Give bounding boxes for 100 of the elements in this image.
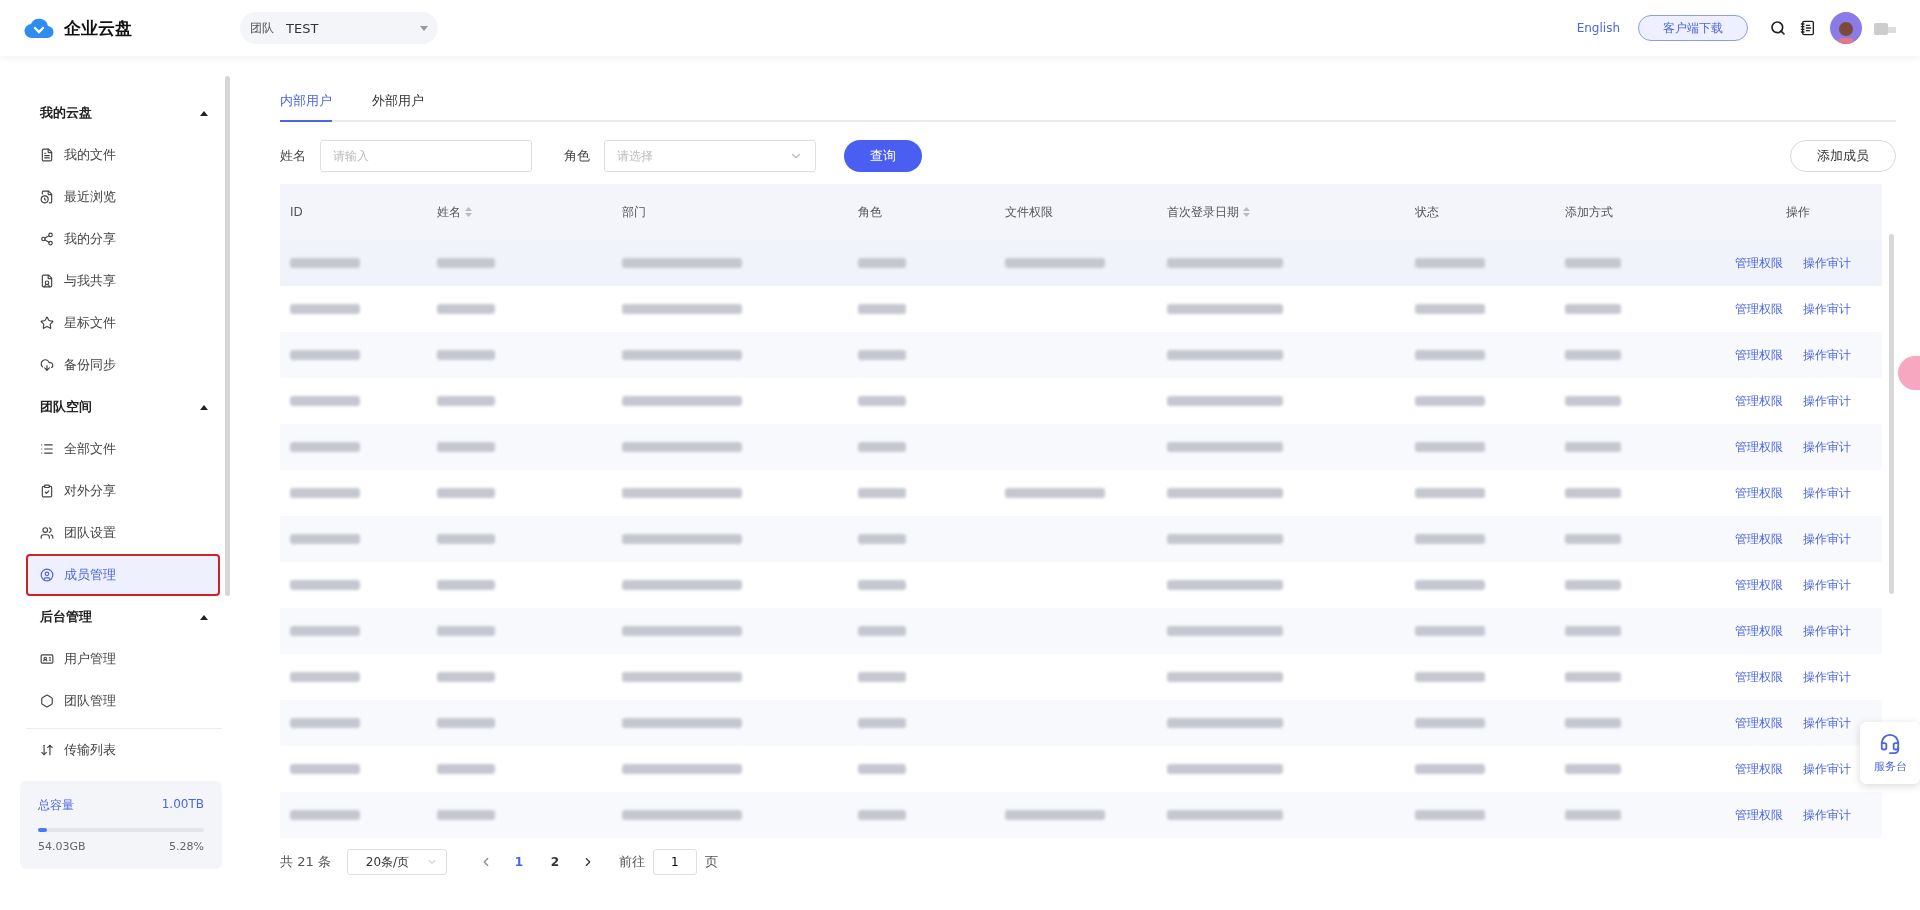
- redacted-text: [437, 396, 495, 406]
- column-header[interactable]: 姓名: [427, 203, 612, 221]
- action-link[interactable]: 管理权限: [1735, 392, 1783, 410]
- redacted-text: [437, 672, 495, 682]
- query-button[interactable]: 查询: [844, 140, 922, 172]
- action-link[interactable]: 操作审计: [1803, 484, 1851, 502]
- action-link[interactable]: 管理权限: [1735, 438, 1783, 456]
- redacted-text: [1415, 764, 1485, 774]
- redacted-text: [1415, 396, 1485, 406]
- redacted-text: [290, 258, 360, 268]
- redacted-text: [1415, 580, 1485, 590]
- sidebar-group-header[interactable]: 后台管理: [0, 596, 232, 638]
- share-icon: [40, 232, 54, 246]
- column-header: 操作: [1785, 203, 1811, 221]
- sidebar-item[interactable]: 最近浏览: [26, 176, 220, 218]
- add-member-button[interactable]: 添加成员: [1790, 140, 1896, 172]
- redacted-text: [290, 672, 360, 682]
- sort-icon[interactable]: [1243, 207, 1250, 217]
- search-icon[interactable]: [1770, 20, 1786, 36]
- redacted-text: [290, 350, 360, 360]
- action-link[interactable]: 管理权限: [1735, 300, 1783, 318]
- action-link[interactable]: 管理权限: [1735, 714, 1783, 732]
- action-link[interactable]: 操作审计: [1803, 392, 1851, 410]
- redacted-text: [1565, 534, 1621, 544]
- action-link[interactable]: 操作审计: [1803, 254, 1851, 272]
- team-select[interactable]: 团队 TEST: [240, 12, 438, 44]
- sidebar-item[interactable]: 用户管理: [26, 638, 220, 680]
- sidebar-group-header[interactable]: 我的云盘: [0, 92, 232, 134]
- language-link[interactable]: English: [1576, 21, 1620, 35]
- sidebar-item[interactable]: 成员管理: [26, 554, 220, 596]
- page-button[interactable]: 2: [536, 854, 573, 870]
- sidebar-item[interactable]: 我的分享: [26, 218, 220, 260]
- action-link[interactable]: 管理权限: [1735, 760, 1783, 778]
- sidebar-group-header[interactable]: 团队空间: [0, 386, 232, 428]
- scrollbar[interactable]: [225, 76, 230, 596]
- redacted-text: [858, 304, 906, 314]
- column-header[interactable]: 首次登录日期: [1157, 203, 1405, 221]
- page-button[interactable]: 1: [500, 854, 537, 870]
- redacted-text: [437, 764, 495, 774]
- redacted-text: [1565, 442, 1621, 452]
- page-size-select[interactable]: 20条/页: [346, 849, 447, 875]
- service-desk-button[interactable]: 服务台: [1860, 722, 1920, 784]
- redacted-text: [1415, 534, 1485, 544]
- user-circle-icon: [40, 568, 54, 582]
- redacted-text: [290, 626, 360, 636]
- action-link[interactable]: 操作审计: [1803, 622, 1851, 640]
- redacted-text: [858, 580, 906, 590]
- action-link[interactable]: 操作审计: [1803, 668, 1851, 686]
- sidebar-item[interactable]: 团队设置: [26, 512, 220, 554]
- sidebar-item[interactable]: 我的文件: [26, 134, 220, 176]
- action-link[interactable]: 管理权限: [1735, 484, 1783, 502]
- sidebar-item[interactable]: 备份同步: [26, 344, 220, 386]
- tab[interactable]: 外部用户: [372, 92, 424, 122]
- action-link[interactable]: 操作审计: [1803, 300, 1851, 318]
- clipboard-check-icon: [40, 484, 54, 498]
- redacted-text: [1565, 304, 1621, 314]
- action-link[interactable]: 操作审计: [1803, 346, 1851, 364]
- action-link[interactable]: 管理权限: [1735, 530, 1783, 548]
- name-input-field[interactable]: 请输入: [320, 140, 532, 172]
- redacted-text: [437, 442, 495, 452]
- file-icon: [40, 148, 54, 162]
- user-menu-icon[interactable]: [1874, 21, 1896, 35]
- sidebar-item[interactable]: 与我共享: [26, 260, 220, 302]
- sidebar-item[interactable]: 星标文件: [26, 302, 220, 344]
- sort-icon[interactable]: [465, 207, 472, 217]
- id-card-icon: [40, 652, 54, 666]
- sidebar-item[interactable]: 传输列表: [26, 729, 220, 771]
- redacted-text: [437, 350, 495, 360]
- sidebar-item[interactable]: 对外分享: [26, 470, 220, 512]
- redacted-text: [1565, 810, 1621, 820]
- translate-badge[interactable]: [1898, 356, 1920, 390]
- action-link[interactable]: 操作审计: [1803, 438, 1851, 456]
- people-icon: [40, 526, 54, 540]
- redacted-text: [858, 764, 906, 774]
- action-link[interactable]: 操作审计: [1803, 576, 1851, 594]
- redacted-text: [437, 304, 495, 314]
- client-download-button[interactable]: 客户端下载: [1638, 15, 1748, 41]
- redacted-text: [290, 580, 360, 590]
- action-link[interactable]: 操作审计: [1803, 760, 1851, 778]
- redacted-text: [858, 488, 906, 498]
- redacted-text: [1565, 396, 1621, 406]
- notebook-icon[interactable]: [1800, 20, 1816, 36]
- action-link[interactable]: 管理权限: [1735, 668, 1783, 686]
- scrollbar[interactable]: [1889, 234, 1894, 594]
- page-input-field[interactable]: 1: [652, 849, 697, 875]
- action-link[interactable]: 操作审计: [1803, 806, 1851, 824]
- tab[interactable]: 内部用户: [280, 92, 332, 122]
- action-link[interactable]: 管理权限: [1735, 346, 1783, 364]
- redacted-text: [437, 810, 495, 820]
- action-link[interactable]: 管理权限: [1735, 622, 1783, 640]
- action-link[interactable]: 操作审计: [1803, 714, 1851, 732]
- redacted-text: [290, 488, 360, 498]
- action-link[interactable]: 管理权限: [1735, 576, 1783, 594]
- action-link[interactable]: 管理权限: [1735, 254, 1783, 272]
- action-link[interactable]: 操作审计: [1803, 530, 1851, 548]
- action-link[interactable]: 管理权限: [1735, 806, 1783, 824]
- redacted-text: [290, 396, 360, 406]
- sidebar-item[interactable]: 全部文件: [26, 428, 220, 470]
- sidebar-item[interactable]: 团队管理: [26, 680, 220, 722]
- user-avatar[interactable]: [1830, 12, 1862, 44]
